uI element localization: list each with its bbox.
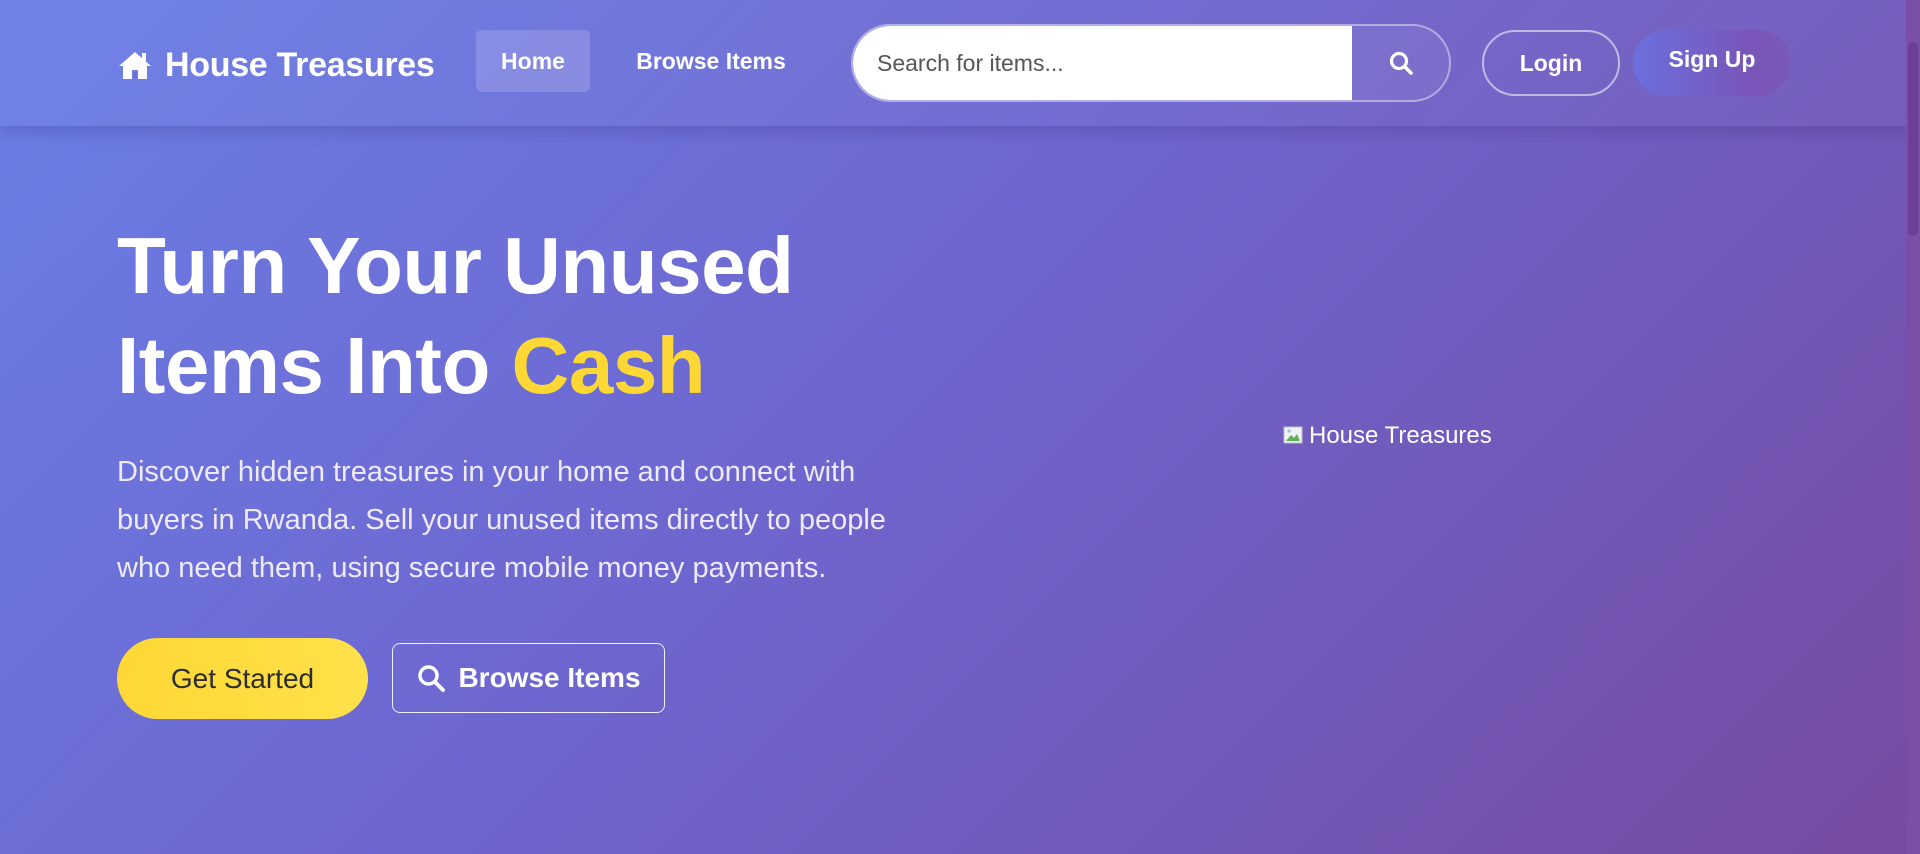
nav-home-link[interactable]: Home bbox=[476, 30, 590, 92]
get-started-button[interactable]: Get Started bbox=[117, 638, 368, 719]
hero-description: Discover hidden treasures in your home a… bbox=[117, 456, 886, 584]
nav-browse-items-link[interactable]: Browse Items bbox=[620, 30, 802, 92]
broken-image-icon bbox=[1283, 426, 1303, 444]
home-icon bbox=[119, 52, 151, 79]
signup-button[interactable]: Sign Up bbox=[1633, 30, 1791, 96]
page-scrollbar[interactable] bbox=[1906, 0, 1920, 854]
browse-items-label: Browse Items bbox=[458, 662, 641, 693]
search-bar bbox=[851, 24, 1451, 102]
search-input[interactable] bbox=[853, 26, 1352, 100]
scrollbar-thumb[interactable] bbox=[1908, 42, 1918, 236]
browse-items-button[interactable]: Browse Items bbox=[392, 643, 665, 713]
hero-image-alt: House Treasures bbox=[1309, 422, 1492, 449]
navbar: House Treasures Home Browse Items Login … bbox=[0, 0, 1906, 126]
hero-image: House Treasures bbox=[1283, 422, 1492, 450]
brand-name: House Treasures bbox=[165, 45, 435, 84]
hero-title-highlight: Cash bbox=[511, 321, 706, 410]
search-icon bbox=[418, 665, 446, 692]
brand-logo[interactable]: House Treasures bbox=[117, 44, 435, 86]
search-button[interactable] bbox=[1352, 26, 1449, 100]
search-icon bbox=[1389, 51, 1413, 75]
page: House Treasures Home Browse Items Login … bbox=[0, 0, 1906, 854]
hero-title-line1: Turn Your Unused bbox=[117, 221, 794, 310]
login-button[interactable]: Login bbox=[1482, 30, 1620, 96]
hero-title: Turn Your Unused Items Into Cash bbox=[117, 216, 794, 416]
hero-title-line2: Items Into bbox=[117, 321, 490, 410]
